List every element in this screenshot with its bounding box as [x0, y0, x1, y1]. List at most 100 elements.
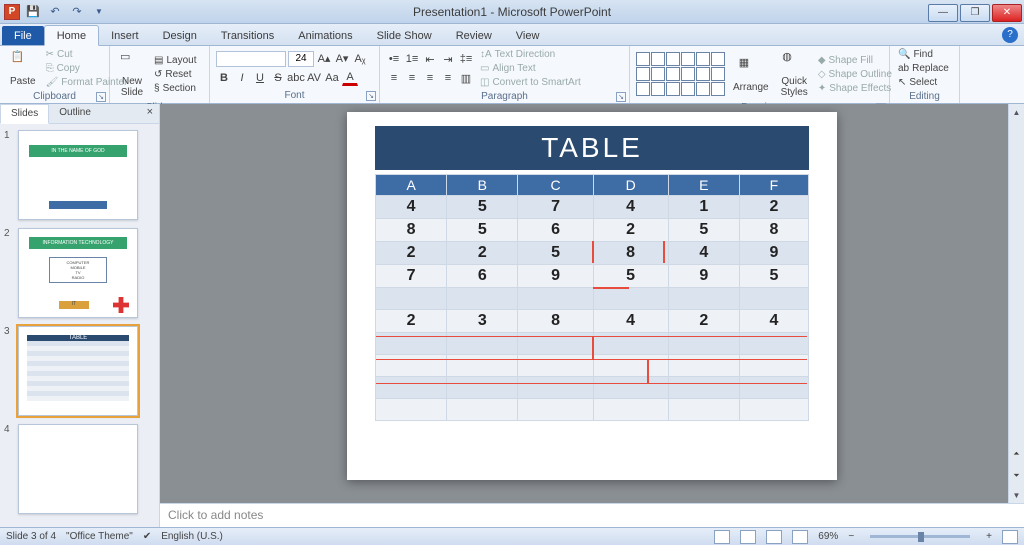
status-language[interactable]: English (U.S.)	[161, 531, 223, 542]
table-cell[interactable]: 6	[447, 265, 518, 288]
section-button[interactable]: §Section	[152, 82, 198, 95]
replace-button[interactable]: abReplace	[896, 62, 951, 75]
table-cell[interactable]: 7	[518, 196, 593, 219]
table-cell[interactable]: 5	[518, 242, 593, 265]
redo-icon[interactable]: ↷	[68, 3, 86, 21]
thumbnail-2[interactable]: INFORMATION TECHNOLOGY COMPUTER MOBILE T…	[18, 228, 138, 318]
table-cell[interactable]: 7	[376, 265, 447, 288]
table-header[interactable]: A	[376, 175, 447, 196]
table-cell[interactable]: 5	[447, 196, 518, 219]
reset-button[interactable]: ↺Reset	[152, 68, 198, 81]
select-button[interactable]: ↖Select	[896, 76, 951, 89]
table-cell[interactable]: 1	[668, 196, 739, 219]
table-cell[interactable]: 8	[518, 310, 593, 333]
new-slide-button[interactable]: ▭ New Slide	[116, 48, 148, 100]
app-icon[interactable]: P	[4, 4, 20, 20]
tab-insert[interactable]: Insert	[99, 26, 151, 45]
convert-smartart-button[interactable]: ◫Convert to SmartArt	[478, 76, 583, 89]
thumbnail-3[interactable]: TABLE	[18, 326, 138, 416]
maximize-button[interactable]: ❐	[960, 4, 990, 22]
tab-review[interactable]: Review	[444, 26, 504, 45]
panel-tab-slides[interactable]: Slides	[0, 104, 49, 124]
tab-home[interactable]: Home	[44, 25, 99, 46]
paste-button[interactable]: 📋 Paste	[6, 48, 40, 89]
table-row[interactable]: 769595	[376, 265, 809, 288]
table-cell[interactable]	[668, 288, 739, 310]
align-text-button[interactable]: ▭Align Text	[478, 62, 583, 75]
table-cell[interactable]	[739, 288, 808, 310]
table-cell[interactable]	[518, 399, 593, 421]
thumb-row-4[interactable]: 4	[4, 424, 155, 514]
table-cell[interactable]	[668, 377, 739, 399]
tab-animations[interactable]: Animations	[286, 26, 364, 45]
slide-editor[interactable]: TABLE ABCDEF4574128562582258497695952384…	[160, 104, 1024, 527]
shadow-button[interactable]: abc	[288, 70, 304, 86]
table-cell[interactable]: 3	[447, 310, 518, 333]
table-header[interactable]: E	[668, 175, 739, 196]
table-row[interactable]: 238424	[376, 310, 809, 333]
align-center-icon[interactable]: ≡	[404, 70, 420, 86]
table-cell[interactable]	[376, 399, 447, 421]
paragraph-launcher-icon[interactable]: ↘	[616, 92, 626, 102]
underline-button[interactable]: U	[252, 70, 268, 86]
justify-icon[interactable]: ≡	[440, 70, 456, 86]
table-cell[interactable]: 4	[593, 196, 668, 219]
table-header[interactable]: D	[593, 175, 668, 196]
font-color-icon[interactable]: A	[342, 70, 358, 86]
table-cell[interactable]	[739, 399, 808, 421]
table-cell[interactable]	[739, 377, 808, 399]
table-cell[interactable]: 5	[668, 219, 739, 242]
clipboard-launcher-icon[interactable]: ↘	[96, 92, 106, 102]
thumb-row-3[interactable]: 3 TABLE	[4, 326, 155, 416]
change-case-icon[interactable]: Aa	[324, 70, 340, 86]
decrease-indent-icon[interactable]: ⇤	[422, 51, 438, 67]
quick-styles-button[interactable]: ◍Quick Styles	[777, 48, 812, 100]
table-cell[interactable]	[518, 355, 593, 377]
zoom-in-icon[interactable]: +	[986, 531, 992, 542]
save-icon[interactable]: 💾	[24, 3, 42, 21]
tab-transitions[interactable]: Transitions	[209, 26, 286, 45]
table-row[interactable]	[376, 377, 809, 399]
table-row[interactable]	[376, 399, 809, 421]
zoom-out-icon[interactable]: −	[848, 531, 854, 542]
qat-dropdown-icon[interactable]: ▼	[90, 3, 108, 21]
table-cell[interactable]: 2	[593, 219, 668, 242]
table-cell[interactable]	[447, 355, 518, 377]
columns-icon[interactable]: ▥	[458, 70, 474, 86]
table-cell[interactable]	[668, 355, 739, 377]
bold-button[interactable]: B	[216, 70, 232, 86]
align-right-icon[interactable]: ≡	[422, 70, 438, 86]
table-cell[interactable]	[593, 399, 668, 421]
next-slide-icon[interactable]: ⏷	[1009, 465, 1024, 487]
table-cell[interactable]	[518, 288, 593, 310]
table-header[interactable]: C	[518, 175, 593, 196]
font-family-input[interactable]	[216, 51, 286, 67]
normal-view-icon[interactable]	[714, 530, 730, 544]
table-cell[interactable]: 8	[593, 242, 668, 265]
tab-slideshow[interactable]: Slide Show	[365, 26, 444, 45]
table-header[interactable]: F	[739, 175, 808, 196]
increase-indent-icon[interactable]: ⇥	[440, 51, 456, 67]
table-cell[interactable]: 8	[739, 219, 808, 242]
reading-view-icon[interactable]	[766, 530, 782, 544]
table-cell[interactable]: 9	[739, 242, 808, 265]
table-cell[interactable]	[447, 377, 518, 399]
table-cell[interactable]	[376, 355, 447, 377]
table-row[interactable]: 856258	[376, 219, 809, 242]
vertical-scrollbar[interactable]: ▲ ⏶ ⏷ ▼	[1008, 104, 1024, 503]
scroll-down-icon[interactable]: ▼	[1009, 487, 1024, 503]
thumb-row-1[interactable]: 1 IN THE NAME OF GOD	[4, 130, 155, 220]
thumb-row-2[interactable]: 2 INFORMATION TECHNOLOGY COMPUTER MOBILE…	[4, 228, 155, 318]
text-direction-button[interactable]: ↕AText Direction	[478, 48, 583, 61]
table-cell[interactable]	[668, 399, 739, 421]
table-cell[interactable]: 9	[668, 265, 739, 288]
thumbnail-1[interactable]: IN THE NAME OF GOD	[18, 130, 138, 220]
table-cell[interactable]	[518, 377, 593, 399]
slide-title[interactable]: TABLE	[375, 126, 809, 170]
table-cell[interactable]: 5	[593, 265, 668, 288]
strike-button[interactable]: S	[270, 70, 286, 86]
undo-icon[interactable]: ↶	[46, 3, 64, 21]
italic-button[interactable]: I	[234, 70, 250, 86]
help-icon[interactable]: ?	[1002, 27, 1018, 43]
sorter-view-icon[interactable]	[740, 530, 756, 544]
